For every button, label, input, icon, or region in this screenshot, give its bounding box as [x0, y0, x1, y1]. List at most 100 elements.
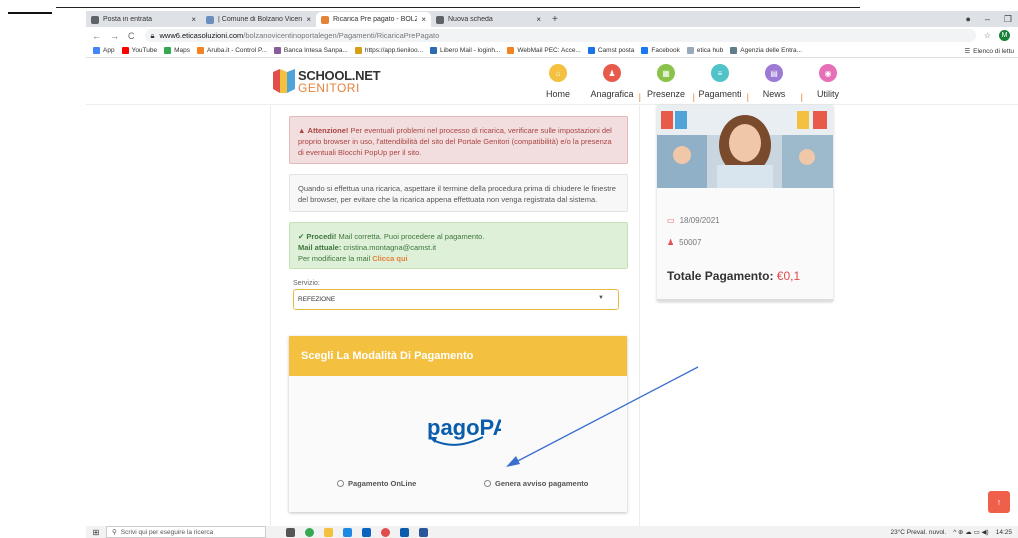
menu-item-presenze[interactable]: ▦ Presenze | [639, 64, 695, 102]
url-bar[interactable]: 🔒︎ www6.eticasoluzioni.com /bolzanovicen… [144, 29, 976, 42]
bookmark-item[interactable]: YouTube [121, 47, 157, 54]
profile-avatar[interactable]: M [999, 30, 1010, 41]
bookmark-item[interactable]: https://app.tieniloo... [354, 47, 424, 54]
site-logo[interactable]: SCHOOL.NET GENITORI [273, 67, 381, 95]
total-amount: €0,1 [773, 269, 801, 283]
browser-tab[interactable]: Posta in entrata × [86, 12, 201, 27]
bookmark-favicon-icon [164, 47, 172, 54]
menu-item-home[interactable]: ⌂ Home [531, 64, 585, 99]
chevron-down-icon: ▼ [598, 295, 604, 301]
minimize-button[interactable]: – [985, 14, 990, 24]
url-path: /bolzanovicentinoportalegen/Pagamenti/Ri… [243, 31, 440, 40]
browser-icon[interactable] [381, 527, 390, 537]
close-icon[interactable]: × [421, 15, 426, 24]
service-select[interactable]: REFEZIONE ▼ [293, 289, 619, 310]
change-mail-link[interactable]: Clicca qui [372, 254, 407, 263]
warning-title: Attenzione! [307, 126, 349, 135]
bookmark-favicon-icon [686, 47, 694, 54]
student-summary-card: ▭ 18/09/2021 ♟ 50007 Totale Pagamento: €… [657, 105, 833, 301]
new-tab-button[interactable]: + [552, 12, 558, 27]
student-photo [657, 105, 833, 188]
forward-icon[interactable]: → [110, 31, 119, 41]
reload-icon[interactable]: C [128, 31, 135, 41]
record-icon[interactable]: ● [965, 14, 970, 24]
outlook-icon[interactable] [400, 527, 409, 537]
radio-pagamento-online[interactable]: Pagamento OnLine [337, 479, 416, 488]
file-explorer-icon[interactable] [324, 527, 333, 537]
weather-text[interactable]: 23°C Preval. nuvol. [890, 529, 946, 536]
bookmark-favicon-icon [730, 47, 738, 54]
user-icon: ♟ [603, 64, 621, 82]
bookmark-label: Camst posta [597, 47, 635, 54]
bookmark-item[interactable]: Camst posta [587, 47, 635, 54]
bookmark-label: Maps [174, 47, 191, 54]
bookmark-item[interactable]: Libero Mail - loginh... [430, 47, 500, 54]
windows-start-icon[interactable]: ⊞ [86, 528, 106, 537]
restore-button[interactable]: ❐ [1004, 14, 1012, 25]
close-icon[interactable]: × [191, 15, 196, 24]
calendar-icon: ▦ [657, 64, 675, 82]
radio-genera-avviso[interactable]: Genera avviso pagamento [484, 479, 588, 488]
service-selected-value: REFEZIONE [298, 296, 336, 303]
chrome-icon[interactable] [305, 527, 314, 537]
success-alert: ✔ Procedi! Mail corretta. Puoi procedere… [289, 222, 628, 269]
tab-favicon-icon [436, 15, 444, 24]
bookmark-item[interactable]: Maps [164, 47, 190, 54]
bookmark-item[interactable]: WebMail PEC: Acce... [507, 47, 581, 54]
tab-label: | Comune di Bolzano Vicentino - I [218, 16, 303, 23]
tab-label: Ricarica Pre pagato - BOLZANO [333, 16, 418, 23]
bookmarks-bar: App YouTube Maps Aruba.it - Control P... Ban… [86, 44, 1018, 58]
menu-item-anagrafica[interactable]: ♟ Anagrafica | [585, 64, 641, 102]
windows-taskbar: ⊞ ⚲ Scrivi qui per eseguire la ricerca 2… [86, 526, 1018, 538]
store-icon[interactable] [343, 527, 352, 537]
reading-list[interactable]: ☰ Elenco di lettu [964, 44, 1014, 57]
bookmark-star-icon[interactable]: ☆ [984, 31, 991, 40]
menu-item-label: Anagrafica [590, 89, 634, 99]
taskbar-apps [286, 527, 428, 537]
tab-favicon-icon [321, 15, 329, 24]
browser-tab[interactable]: Ricarica Pre pagato - BOLZANO× [316, 12, 431, 27]
window-edge-line-2 [56, 7, 860, 8]
bookmark-item[interactable]: etica hub [686, 47, 723, 54]
bookmark-label: WebMail PEC: Acce... [517, 47, 581, 54]
lock-icon: 🔒︎ [150, 30, 155, 40]
back-icon[interactable]: ← [92, 31, 101, 41]
info-alert: Quando si effettua una ricarica, aspetta… [289, 174, 628, 212]
menu-item-pagamenti[interactable]: ≡ Pagamenti | [693, 64, 749, 102]
clock-time[interactable]: 14:25 [996, 529, 1012, 536]
total-label: Totale Pagamento: [667, 269, 774, 283]
tray-icons[interactable]: ^ ⊕ ☁ ▭ ◀) [953, 528, 989, 536]
info-text: Quando si effettua una ricarica, aspetta… [298, 184, 616, 204]
bookmark-item[interactable]: Banca Intesa Sanpa... [273, 47, 348, 54]
bookmark-favicon-icon [430, 47, 438, 54]
main-content: ▲ Attenzione! Per eventuali problemi nel… [270, 105, 640, 526]
bookmark-item[interactable]: App [93, 47, 115, 54]
pagopa-logo: pagoPA [427, 415, 501, 446]
browser-tab[interactable]: Nuova scheda × [431, 12, 546, 27]
radio-button-icon [484, 480, 491, 487]
address-toolbar: ← → C 🔒︎ www6.eticasoluzioni.com /bolzan… [86, 27, 1018, 44]
bookmark-favicon-icon [587, 47, 595, 54]
taskbar-search[interactable]: ⚲ Scrivi qui per eseguire la ricerca [106, 526, 266, 538]
scroll-top-button[interactable]: ↑ [988, 491, 1010, 513]
bookmark-label: https://app.tieniloo... [364, 47, 424, 54]
close-icon[interactable]: × [306, 15, 311, 24]
browser-tab[interactable]: | Comune di Bolzano Vicentino - I× [201, 12, 316, 27]
calendar-icon: ▭ [667, 216, 675, 225]
success-title: Procedi! [306, 232, 337, 241]
bookmark-item[interactable]: Facebook [641, 47, 680, 54]
tab-label: Nuova scheda [448, 16, 493, 23]
payment-method-body: pagoPA Pagamento OnLine Genera avviso pa… [289, 376, 627, 512]
bookmark-item[interactable]: Agenzia delle Entra... [730, 47, 802, 54]
bookmark-item[interactable]: Aruba.it - Control P... [197, 47, 267, 54]
logo-text-line1: SCHOOL.NET [298, 67, 381, 83]
menu-item-label: Utility [817, 89, 839, 99]
close-icon[interactable]: × [536, 15, 541, 24]
word-icon[interactable] [419, 527, 428, 537]
task-view-icon[interactable] [286, 527, 295, 537]
menu-item-news[interactable]: ▤ News | [747, 64, 803, 102]
menu-item-utility[interactable]: ◉ Utility [801, 64, 855, 99]
check-icon: ✔ [298, 232, 305, 241]
bookmark-label: Agenzia delle Entra... [740, 47, 803, 54]
mail-icon[interactable] [362, 527, 371, 537]
